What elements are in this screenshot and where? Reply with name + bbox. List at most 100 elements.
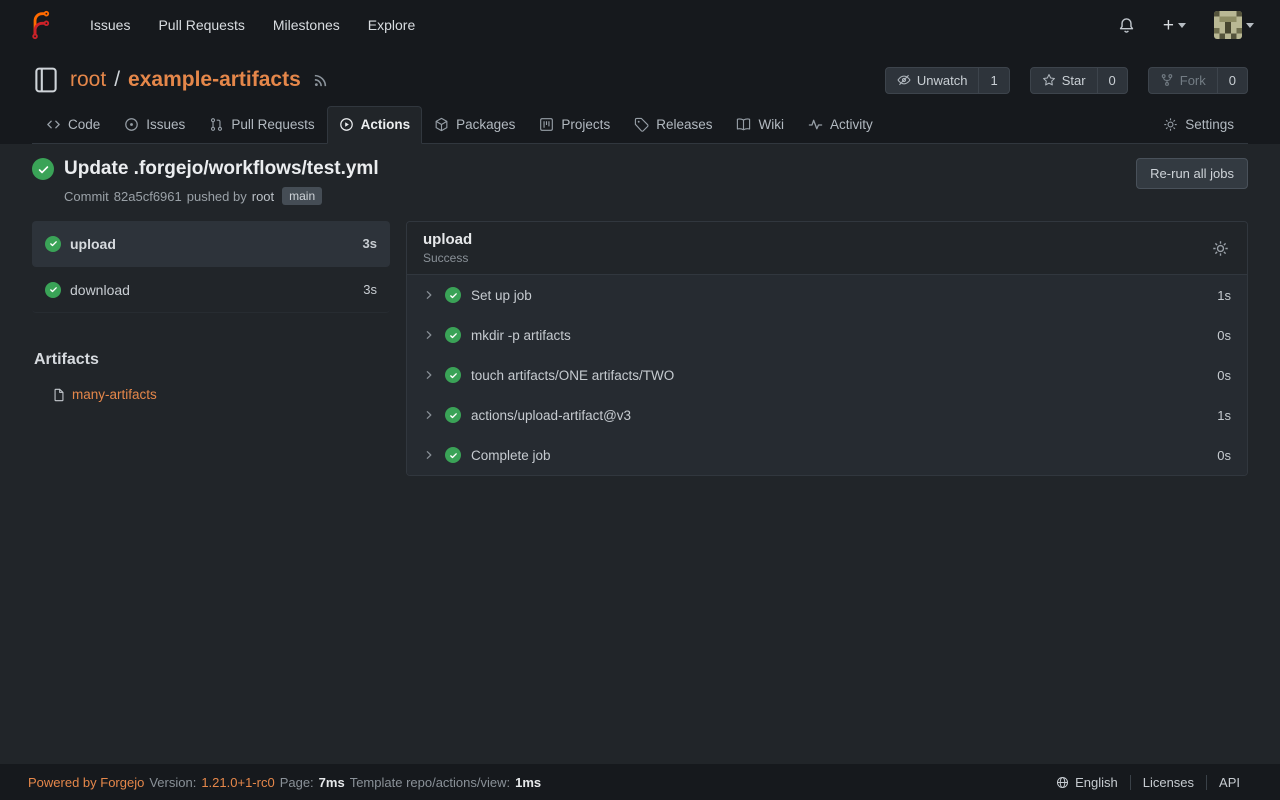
tab-releases[interactable]: Releases [622,106,724,144]
licenses-link[interactable]: Licenses [1130,775,1206,790]
pulse-icon [808,117,823,132]
create-menu-button[interactable]: + [1163,16,1186,35]
user-menu-button[interactable] [1214,11,1254,39]
stars-count[interactable]: 0 [1097,68,1127,93]
language-selector[interactable]: English [1044,775,1130,790]
star-button[interactable]: Star [1031,68,1097,93]
chevron-right-icon [423,329,435,341]
step-success-icon [445,287,461,303]
project-board-icon [539,117,554,132]
template-time: 1ms [515,775,541,790]
job-row-upload[interactable]: upload 3s [32,221,390,267]
top-navbar: Issues Pull Requests Milestones Explore … [0,0,1280,50]
version-label: Version: [149,775,196,790]
tab-issues[interactable]: Issues [112,106,197,144]
page-label: Page: [280,775,314,790]
tab-wiki[interactable]: Wiki [724,106,796,144]
forks-count[interactable]: 0 [1217,68,1247,93]
fork-icon [1160,73,1174,87]
step-name: touch artifacts/ONE artifacts/TWO [471,368,1207,383]
step-success-icon [445,327,461,343]
artifact-link[interactable]: many-artifacts [52,387,390,402]
step-row[interactable]: Complete job 0s [407,435,1247,475]
step-name: actions/upload-artifact@v3 [471,408,1207,423]
page-time: 7ms [319,775,345,790]
step-duration: 1s [1217,408,1231,423]
eye-slash-icon [897,73,911,87]
commit-sha-link[interactable]: 82a5cf6961 [114,189,182,204]
step-row[interactable]: actions/upload-artifact@v3 1s [407,395,1247,435]
nav-item-milestones[interactable]: Milestones [273,17,340,33]
step-row[interactable]: touch artifacts/ONE artifacts/TWO 0s [407,355,1247,395]
gear-icon [1212,240,1229,257]
pushed-by-label: pushed by [187,189,247,204]
repo-path-separator: / [114,68,120,92]
version-link[interactable]: 1.21.0+1-rc0 [201,775,274,790]
nav-item-explore[interactable]: Explore [368,17,415,33]
play-circle-icon [339,117,354,132]
rss-button[interactable] [313,73,328,88]
step-success-icon [445,367,461,383]
step-row[interactable]: mkdir -p artifacts 0s [407,315,1247,355]
repo-owner-link[interactable]: root [70,68,106,92]
step-success-icon [445,407,461,423]
commit-info: Commit 82a5cf6961 pushed by root main [64,187,379,205]
watchers-count[interactable]: 1 [978,68,1008,93]
job-duration: 3s [363,236,377,251]
tab-activity[interactable]: Activity [796,106,885,144]
tab-code[interactable]: Code [34,106,112,144]
job-options-button[interactable] [1210,238,1231,259]
tab-packages[interactable]: Packages [422,106,527,144]
tab-pull-requests[interactable]: Pull Requests [197,106,326,144]
step-name: mkdir -p artifacts [471,328,1207,343]
forgejo-logo[interactable] [26,10,56,40]
rss-icon [313,73,328,88]
step-name: Set up job [471,288,1207,303]
nav-item-pull-requests[interactable]: Pull Requests [158,17,244,33]
package-icon [434,117,449,132]
caret-down-icon [1178,23,1186,28]
globe-icon [1056,776,1069,789]
pusher-link[interactable]: root [252,189,274,204]
tab-projects[interactable]: Projects [527,106,622,144]
branch-badge[interactable]: main [282,187,322,205]
unwatch-button[interactable]: Unwatch [886,68,979,93]
job-name: download [70,282,354,298]
job-success-icon [45,236,61,252]
api-link[interactable]: API [1206,775,1252,790]
fork-button-group: Fork 0 [1148,67,1248,94]
repo-name-link[interactable]: example-artifacts [128,68,301,92]
tab-actions[interactable]: Actions [327,106,423,144]
fork-button[interactable]: Fork [1149,68,1217,93]
star-icon [1042,73,1056,87]
step-name: Complete job [471,448,1207,463]
step-duration: 0s [1217,328,1231,343]
rerun-all-jobs-button[interactable]: Re-run all jobs [1136,158,1248,189]
commit-label: Commit [64,189,109,204]
powered-by-link[interactable]: Powered by Forgejo [28,775,144,790]
artifact-name: many-artifacts [72,387,157,402]
nav-item-issues[interactable]: Issues [90,17,130,33]
repo-tabs: Code Issues Pull Requests Actions Packag… [32,106,1248,144]
job-success-icon [45,282,61,298]
watch-button-group: Unwatch 1 [885,67,1010,94]
step-success-icon [445,447,461,463]
tab-settings[interactable]: Settings [1151,106,1246,144]
job-row-download[interactable]: download 3s [32,267,390,313]
repo-title: root / example-artifacts [70,68,301,92]
file-icon [52,388,66,402]
chevron-right-icon [423,289,435,301]
caret-down-icon [1246,23,1254,28]
job-name: upload [70,236,354,252]
notifications-button[interactable] [1118,17,1135,34]
gear-icon [1163,117,1178,132]
job-detail-status: Success [423,251,472,265]
run-success-icon [32,158,54,180]
job-detail-title: upload [423,231,472,248]
template-label: Template repo/actions/view: [350,775,510,790]
tag-icon [634,117,649,132]
run-title: Update .forgejo/workflows/test.yml [64,158,379,180]
bell-icon [1118,17,1135,34]
star-button-group: Star 0 [1030,67,1128,94]
step-row[interactable]: Set up job 1s [407,275,1247,315]
